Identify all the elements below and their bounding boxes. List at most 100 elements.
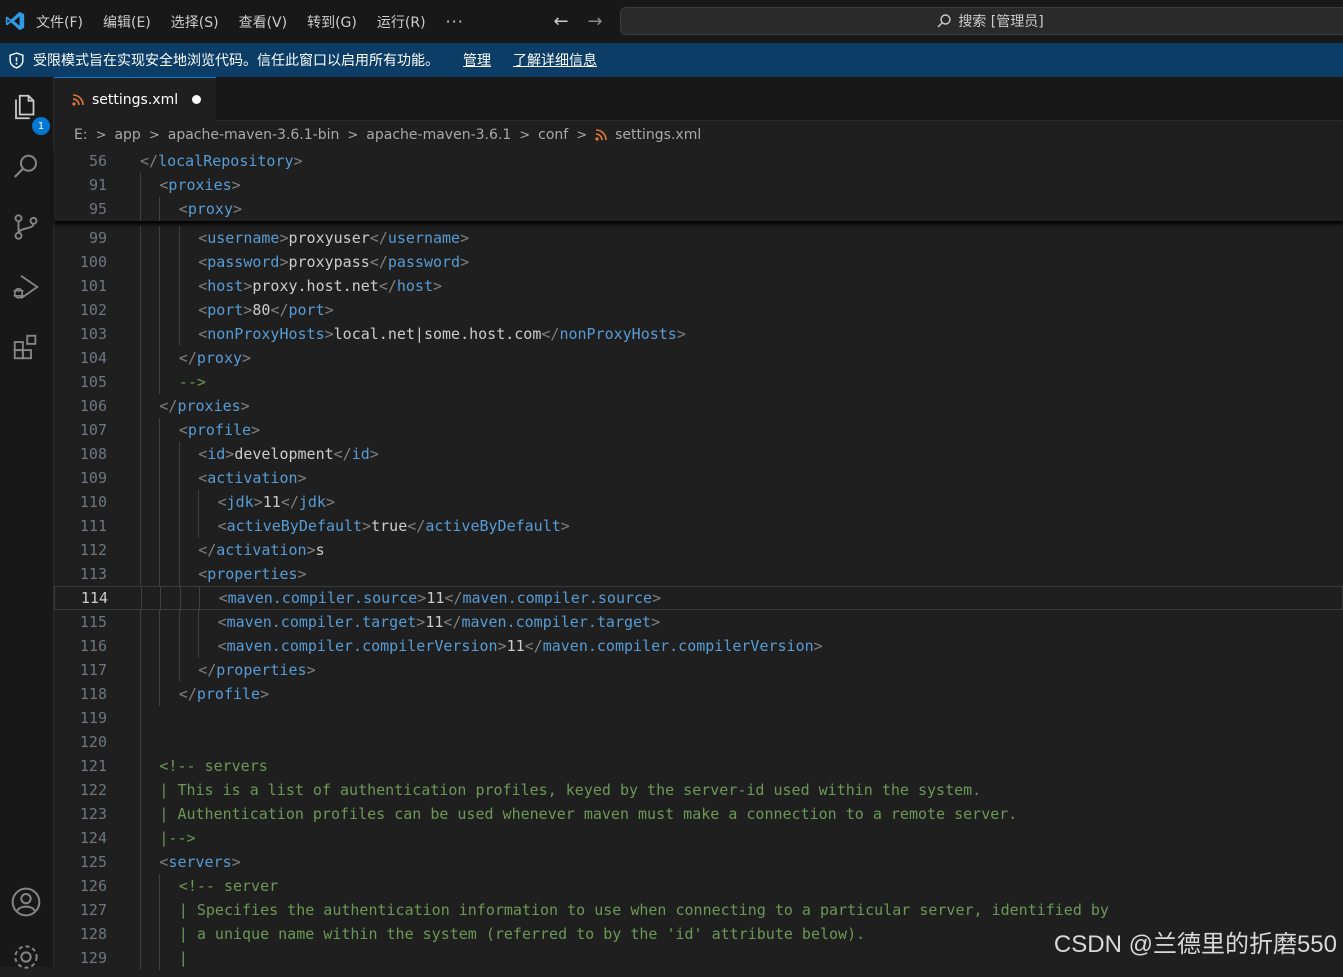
indent-guide [140,466,141,490]
menu-file[interactable]: 文件(F) [36,12,83,32]
indent-guide [140,922,141,946]
code-line[interactable]: 119 [54,706,1343,730]
code-line[interactable]: 95 <proxy> [54,197,1343,221]
code-line[interactable]: 107 <profile> [54,418,1343,442]
code-line[interactable]: 105 --> [54,370,1343,394]
forward-arrow-icon[interactable]: → [582,8,608,34]
code-line[interactable]: 108 <id>development</id> [54,442,1343,466]
menu-run[interactable]: 运行(R) [377,12,426,32]
breadcrumb-drive[interactable]: E: [74,127,88,143]
indent-guide [159,634,161,658]
indent-guide [178,538,180,562]
indent-guide [140,250,141,274]
vscode-logo-icon [5,11,25,31]
code-line[interactable]: 117 </properties> [54,658,1343,682]
indent-guide [140,634,141,658]
code-line[interactable]: 115 <maven.compiler.target>11</maven.comp… [54,610,1343,634]
unsaved-dot-icon[interactable] [192,95,202,104]
indent-guide [159,226,161,250]
indent-guide [178,442,180,466]
code-line[interactable]: 124 |--> [54,826,1343,850]
code-line[interactable]: 116 <maven.compiler.compilerVersion>11</m… [54,634,1343,658]
breadcrumb-maven[interactable]: apache-maven-3.6.1 [366,127,511,143]
command-center-search[interactable]: 搜索 [管理员] [620,7,1343,35]
code-line[interactable]: 125 <servers> [54,850,1343,874]
breadcrumb-file[interactable]: settings.xml [615,127,701,143]
indent-guide [159,466,161,490]
manage-button[interactable] [6,937,46,977]
code-line[interactable]: 109 <activation> [54,466,1343,490]
accounts-button[interactable] [6,882,46,922]
code-line[interactable]: 114 <maven.compiler.source>11</maven.comp… [54,586,1343,611]
code-line[interactable]: 101 <host>proxy.host.net</host> [54,274,1343,298]
explorer-button[interactable]: 1 [6,87,50,135]
run-debug-button[interactable] [6,267,46,307]
code-line[interactable]: 123 | Authentication profiles can be used… [54,802,1343,826]
indent-guide [178,658,180,682]
activity-bar: 1 [0,77,54,969]
indent-guide [159,442,161,466]
code-line[interactable]: 122 | This is a list of authentication pr… [54,778,1343,802]
menu-selection[interactable]: 选择(S) [171,12,219,32]
code-line[interactable]: 99 <username>proxyuser</username> [54,226,1343,250]
code-line[interactable]: 112 </activation>s [54,538,1343,562]
menu-go[interactable]: 转到(G) [307,12,357,32]
banner-learn-more-link[interactable]: 了解详细信息 [513,50,597,70]
line-number: 112 [79,541,107,559]
back-arrow-icon[interactable]: ← [548,8,574,34]
code-text: <proxies> [159,176,241,194]
rss-file-icon [72,93,84,106]
code-line[interactable]: 127 | Specifies the authentication inform… [54,898,1343,922]
code-text: <proxy> [178,200,243,218]
extensions-icon [13,334,37,360]
menu-more[interactable]: ··· [446,12,464,31]
sticky-scroll[interactable]: 56 </localRepository> 91 <proxies> 95 <proxy> [54,149,1343,221]
menu-view[interactable]: 查看(V) [239,12,288,32]
watermark: CSDN @兰德里的折磨550 [1053,931,1337,958]
code-line[interactable]: 120 [54,730,1343,754]
indent-guide [178,226,180,250]
chevron-right-icon: > [519,127,531,143]
code-text: </proxies> [159,397,250,415]
code-line[interactable]: 118 </profile> [54,682,1343,706]
code-text: </activation>s [198,541,325,559]
breadcrumb-maven-bin[interactable]: apache-maven-3.6.1-bin [168,127,340,143]
menu-edit[interactable]: 编辑(E) [103,12,151,32]
code-line[interactable]: 111 <activeByDefault>true</activeByDefaul… [54,514,1343,538]
code-line[interactable]: 110 <jdk>11</jdk> [54,490,1343,514]
indent-guide [178,298,180,322]
code-text: <username>proxyuser</username> [198,229,470,247]
code-line[interactable]: 113 <properties> [54,562,1343,586]
code-line[interactable]: 104 </proxy> [54,346,1343,370]
code-line[interactable]: 91 <proxies> [54,173,1343,197]
code-line[interactable]: 103 <nonProxyHosts>local.net|some.host.co… [54,322,1343,346]
indent-guide [160,587,162,611]
code-line[interactable]: 56 </localRepository> [54,149,1343,173]
banner-manage-link[interactable]: 管理 [463,50,491,70]
tab-settings-xml[interactable]: settings.xml [54,77,216,121]
source-control-button[interactable] [6,207,46,247]
gear-icon [14,945,38,969]
line-number: 129 [79,949,107,967]
code-text: </profile> [178,685,270,703]
code-line[interactable]: 106 </proxies> [54,394,1343,418]
breadcrumb-app[interactable]: app [114,127,140,143]
indent-guide [140,562,141,586]
code-line[interactable]: 102 <port>80</port> [54,298,1343,322]
breadcrumb-conf[interactable]: conf [538,127,568,143]
chevron-right-icon: > [95,127,107,143]
extensions-button[interactable] [6,327,46,367]
indent-guide [199,587,201,611]
code-text: <nonProxyHosts>local.net|some.host.com</… [198,325,686,343]
code-line[interactable]: 100 <password>proxypass</password> [54,250,1343,274]
indent-guide [198,634,200,658]
indent-guide [140,850,141,874]
indent-guide [140,442,141,466]
code-line[interactable]: 121 <!-- servers [54,754,1343,778]
code-line[interactable]: 126 <!-- server [54,874,1343,898]
search-view-button[interactable] [6,147,46,187]
code-editor[interactable]: 56 </localRepository> 91 <proxies> 95 <proxy>… [54,149,1343,970]
indent-guide [140,682,141,706]
indent-guide [159,418,161,442]
indent-guide [140,898,141,922]
